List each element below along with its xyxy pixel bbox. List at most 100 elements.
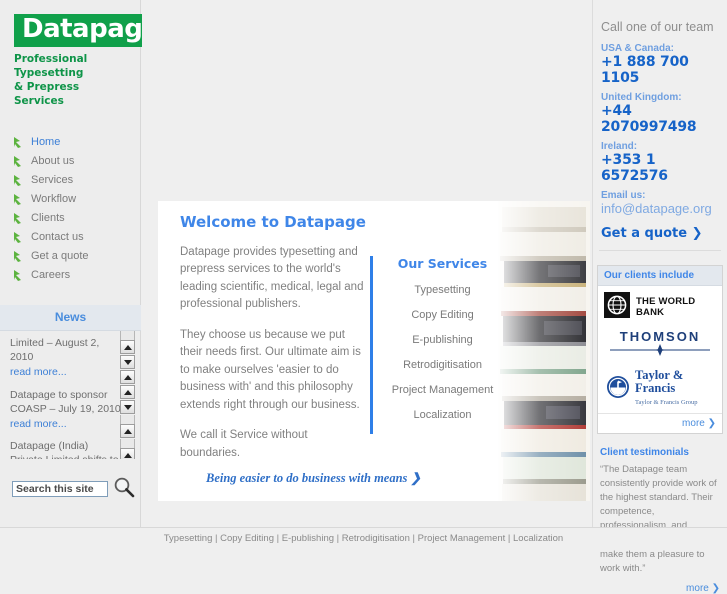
green-arrow-bullet-icon xyxy=(12,269,25,282)
search-input[interactable] xyxy=(12,480,108,497)
news-item-text: Datapage to sponsor COASP – July 19, 201… xyxy=(10,388,121,415)
contact-number-uk[interactable]: +44 2070997498 xyxy=(597,103,723,135)
clients-heading: Our clients include xyxy=(598,266,722,286)
main-content: Welcome to Datapage Datapage provides ty… xyxy=(142,0,591,527)
sidebar-item-label: About us xyxy=(31,155,75,168)
contact-number-ireland[interactable]: +353 1 6572576 xyxy=(597,152,723,184)
client-name: THE WORLD BANK xyxy=(636,295,696,318)
services-title: Our Services xyxy=(397,256,488,271)
scroll-up-button[interactable] xyxy=(120,384,135,399)
scroll-up-button[interactable] xyxy=(120,447,135,459)
service-link-retrodigitisation[interactable]: Retrodigitisation xyxy=(385,359,500,371)
news-scrollbar[interactable] xyxy=(120,330,135,459)
scrollbar-track[interactable] xyxy=(120,414,135,424)
contact-label-usa-canada: USA & Canada: xyxy=(601,43,674,54)
page-title: Welcome to Datapage xyxy=(180,213,366,231)
service-link-typesetting[interactable]: Typesetting xyxy=(385,284,500,296)
news-list: Limited – August 2, 2010 read more... Da… xyxy=(0,330,141,459)
contact-number-usa-canada[interactable]: +1 888 700 1105 xyxy=(597,54,723,86)
get-a-quote-link[interactable]: Get a quote ❯ xyxy=(597,226,723,241)
clients-panel: Our clients include THE WORLD BANK THOMS… xyxy=(597,265,723,435)
sidebar-item-about-us[interactable]: About us xyxy=(12,152,140,171)
scroll-up-button[interactable] xyxy=(120,369,135,384)
testimonial-quote: “The Datapage team consistently provide … xyxy=(600,464,717,574)
hero-tagline-link[interactable]: Being easier to do business with means ❯ xyxy=(206,470,451,486)
contact-label-email: Email us: xyxy=(601,190,646,201)
sidebar-item-label: Careers xyxy=(31,269,71,282)
chevron-up-icon xyxy=(124,428,132,434)
stack-of-books-photo xyxy=(498,201,590,501)
news-read-more-link[interactable]: read more... xyxy=(10,418,67,432)
magnifier-icon[interactable] xyxy=(113,476,135,501)
logo-tagline-line2: & Prepress Services xyxy=(14,81,80,107)
client-logo-thomson[interactable]: THOMSON xyxy=(598,327,722,363)
sidebar-item-contact-us[interactable]: Contact us xyxy=(12,228,140,247)
sidebar-item-label: Get a quote xyxy=(31,250,89,263)
service-link-copy-editing[interactable]: Copy Editing xyxy=(385,309,500,321)
site-logo[interactable]: Datapage Professional Typesetting & Prep… xyxy=(0,0,168,109)
chevron-up-icon xyxy=(124,344,132,350)
list-item[interactable]: Datapage to sponsor COASP – July 19, 201… xyxy=(10,389,121,432)
clients-more-row: more ❯ xyxy=(598,413,722,433)
green-arrow-bullet-icon xyxy=(12,250,25,263)
hero-tagline-bar: Being easier to do business with means ❯ xyxy=(206,467,451,489)
scroll-up-button[interactable] xyxy=(120,339,135,354)
sidebar-item-get-a-quote[interactable]: Get a quote xyxy=(12,247,140,266)
chevron-up-icon xyxy=(124,374,132,380)
service-link-e-publishing[interactable]: E-publishing xyxy=(385,334,500,346)
page-root: Datapage Professional Typesetting & Prep… xyxy=(0,0,727,594)
client-logo-taylor-francis[interactable]: Taylor & Francis Taylor & Francis Group xyxy=(598,363,722,413)
sidebar-item-clients[interactable]: Clients xyxy=(12,209,140,228)
scroll-down-button[interactable] xyxy=(120,354,135,369)
sidebar-item-label: Services xyxy=(31,174,74,187)
welcome-paragraph: Datapage provides typesetting and prepre… xyxy=(180,246,364,311)
left-sidebar: Datapage Professional Typesetting & Prep… xyxy=(0,0,168,527)
scrollbar-track[interactable] xyxy=(120,438,135,448)
green-arrow-bullet-icon xyxy=(12,174,25,187)
welcome-column: Welcome to Datapage Datapage provides ty… xyxy=(180,213,370,475)
sidebar-item-home[interactable]: Home xyxy=(12,133,140,152)
divider xyxy=(599,250,721,251)
testimonials-more-row: more ❯ xyxy=(600,582,720,594)
clients-more-link[interactable]: more ❯ xyxy=(682,418,716,429)
scrollbar-track[interactable] xyxy=(120,330,135,340)
services-column: Our Services Typesetting Copy Editing E-… xyxy=(370,256,500,434)
contact-label-uk: United Kingdom: xyxy=(601,92,682,103)
service-link-project-management[interactable]: Project Management xyxy=(385,384,500,396)
thomson-star-icon xyxy=(608,344,712,359)
client-logo-world-bank[interactable]: THE WORLD BANK xyxy=(598,286,722,327)
site-search xyxy=(0,476,141,501)
testimonials-more-link[interactable]: more ❯ xyxy=(686,583,720,594)
client-name-block: Taylor & Francis Taylor & Francis Group xyxy=(635,368,716,407)
footer-links[interactable]: Typesetting | Copy Editing | E-publishin… xyxy=(164,533,563,544)
scroll-up-button[interactable] xyxy=(120,423,135,438)
sidebar-item-label: Workflow xyxy=(31,193,77,206)
taylor-francis-icon xyxy=(606,375,630,402)
welcome-paragraph: We call it Service without boundaries. xyxy=(180,429,308,459)
green-arrow-bullet-icon xyxy=(12,193,25,206)
news-item-text: Limited – August 2, 2010 xyxy=(10,336,100,363)
client-name: THOMSON xyxy=(619,329,701,344)
sidebar-item-label: Home xyxy=(31,136,61,149)
news-panel: News Limited – August 2, 2010 read more.… xyxy=(0,304,141,459)
logo-tagline-line1: Professional Typesetting xyxy=(14,53,88,80)
list-item[interactable]: Limited – August 2, 2010 read more... xyxy=(10,337,121,380)
world-bank-globe-icon xyxy=(604,292,630,321)
scroll-down-button[interactable] xyxy=(120,399,135,414)
service-link-localization[interactable]: Localization xyxy=(385,409,500,421)
sidebar-item-careers[interactable]: Careers xyxy=(12,266,140,285)
sidebar-item-services[interactable]: Services xyxy=(12,171,140,190)
sidebar-item-workflow[interactable]: Workflow xyxy=(12,190,140,209)
list-item[interactable]: Datapage (India) Private Limited shifts … xyxy=(10,440,121,458)
news-heading: News xyxy=(0,304,141,331)
footer: Typesetting | Copy Editing | E-publishin… xyxy=(0,527,727,545)
client-subname: Taylor & Francis Group xyxy=(635,399,698,407)
green-arrow-bullet-icon xyxy=(12,231,25,244)
main-navigation: Home About us Services Workflow Clients … xyxy=(0,133,140,285)
green-arrow-bullet-icon xyxy=(12,155,25,168)
logo-tagline: Professional Typesetting & Prepress Serv… xyxy=(14,53,132,108)
contact-email-link[interactable]: info@datapage.org xyxy=(597,201,723,216)
news-read-more-link[interactable]: read more... xyxy=(10,366,67,380)
news-item-text: Datapage (India) Private Limited shifts … xyxy=(10,440,119,458)
contact-heading: Call one of our team xyxy=(601,20,714,34)
